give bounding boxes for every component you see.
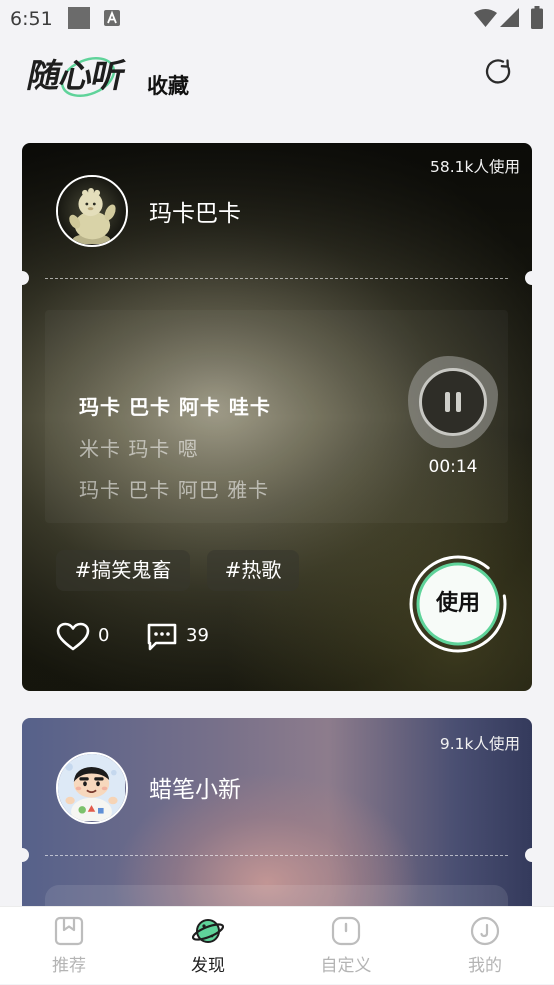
card-notch (22, 271, 29, 285)
tag-chip[interactable]: #搞笑鬼畜 (56, 550, 190, 591)
wifi-icon (474, 8, 497, 27)
usage-count: 58.1k人使用 (430, 158, 520, 176)
tag-chip[interactable]: #热歌 (207, 550, 299, 591)
logo-text: 随心听 (23, 56, 129, 95)
nav-label: 我的 (468, 956, 502, 976)
profile-icon (470, 916, 500, 946)
bookmark-icon (54, 916, 84, 946)
use-button-label: 使用 (435, 591, 480, 616)
avatar[interactable] (56, 752, 128, 824)
notification-square-icon (68, 7, 90, 29)
sound-card[interactable]: 58.1k人使用 玛卡巴卡 玛卡 巴卡 阿卡 哇卡 米卡 玛卡 嗯 玛卡 巴卡 … (22, 143, 532, 691)
comment-button[interactable] (147, 622, 177, 656)
planet-icon (192, 919, 224, 943)
avatar-image (58, 754, 125, 821)
bottom-nav: 推荐 发现 自定义 我的 (0, 906, 554, 984)
card-notch (525, 271, 532, 285)
nav-item-profile[interactable]: 我的 (416, 907, 554, 985)
sound-name[interactable]: 玛卡巴卡 (149, 200, 241, 228)
lyric-current-line: 玛卡 巴卡 阿卡 哇卡 (79, 395, 271, 419)
comment-count: 39 (186, 625, 209, 646)
custom-icon (331, 916, 361, 946)
pause-icon (445, 392, 461, 412)
nav-label: 发现 (191, 956, 225, 976)
app-a-icon (104, 10, 120, 26)
card-divider (45, 278, 508, 279)
nav-item-custom[interactable]: 自定义 (277, 907, 415, 985)
card-notch (525, 848, 532, 862)
nav-item-discover[interactable]: 发现 (139, 907, 277, 985)
sound-name[interactable]: 蜡笔小新 (149, 776, 241, 804)
like-count: 0 (98, 625, 110, 646)
nav-label: 推荐 (52, 956, 86, 976)
playback-time: 00:14 (428, 457, 478, 477)
status-time: 6:51 (10, 8, 53, 30)
lyric-line: 米卡 玛卡 嗯 (79, 437, 199, 461)
status-bar: 6:51 (0, 0, 554, 36)
use-button[interactable]: 使用 (408, 554, 508, 654)
battery-icon (531, 6, 543, 29)
avatar-image (58, 177, 125, 244)
card-notch (22, 848, 29, 862)
nav-label: 自定义 (320, 956, 372, 976)
pause-button[interactable] (419, 368, 487, 436)
avatar[interactable] (56, 175, 128, 247)
nav-item-recommend[interactable]: 推荐 (0, 907, 138, 985)
refresh-icon (485, 59, 511, 84)
usage-count: 9.1k人使用 (439, 735, 520, 753)
app-logo: 随心听 (23, 50, 132, 102)
comment-icon (147, 623, 177, 651)
refresh-button[interactable] (484, 57, 514, 87)
page-title: 收藏 (147, 74, 189, 98)
heart-icon (56, 622, 90, 651)
card-divider (45, 855, 508, 856)
like-button[interactable] (56, 622, 90, 656)
lyric-line: 玛卡 巴卡 阿巴 雅卡 (79, 478, 270, 502)
signal-icon (500, 8, 519, 27)
